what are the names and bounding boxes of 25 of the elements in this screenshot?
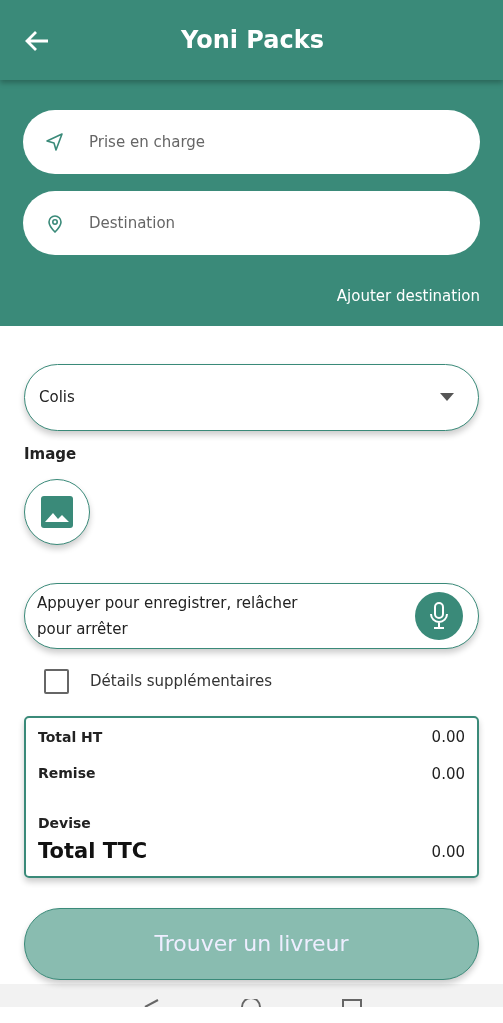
summary-label: Total HT xyxy=(38,727,103,747)
image-icon xyxy=(41,496,73,528)
summary-value: 0.00 xyxy=(431,763,465,785)
add-destination-link[interactable]: Ajouter destination xyxy=(336,285,480,308)
voice-note-field[interactable]: Appuyer pour enregistrer, relâcher pour arrêter xyxy=(24,583,479,649)
image-label: Image xyxy=(24,443,78,465)
summary-value: 0.00 xyxy=(431,727,465,748)
recents-nav-icon[interactable] xyxy=(341,998,362,1007)
route-field[interactable]: Prise en charge xyxy=(23,110,480,174)
app-title: Yoni Packs xyxy=(180,25,325,56)
summary-label: Devise xyxy=(38,814,91,833)
location-pin-icon xyxy=(45,213,65,233)
dropdown-caret-icon xyxy=(440,393,454,401)
back-button[interactable] xyxy=(24,28,50,52)
total-label: Total TTC xyxy=(38,838,148,865)
checkbox-label: Détails supplémentaires xyxy=(90,671,272,693)
route-field[interactable]: Destination xyxy=(23,191,480,255)
checkbox[interactable] xyxy=(44,669,69,694)
image-picker-button[interactable] xyxy=(24,479,90,545)
home-nav-icon[interactable] xyxy=(239,998,262,1007)
summary-label: Remise xyxy=(38,764,96,784)
microphone-icon xyxy=(428,602,450,630)
package-type-select[interactable]: Colis xyxy=(24,363,479,431)
summary-value: 0.00 xyxy=(431,841,465,863)
send-icon xyxy=(45,132,65,152)
